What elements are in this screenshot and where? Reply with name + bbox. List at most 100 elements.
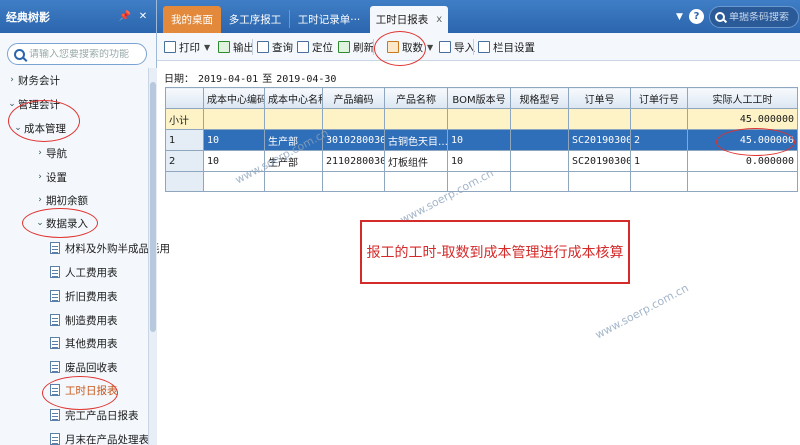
tree-item-wip[interactable]: 月末在产品处理表: [50, 429, 149, 445]
tree-item-label: 废品回收表: [65, 361, 118, 374]
tree-item-nav[interactable]: › 导航: [34, 143, 67, 163]
toolbar-divider: [252, 39, 253, 55]
export-button[interactable]: 输出: [218, 38, 254, 56]
tree-item-data-entry[interactable]: ⌄ 数据录入: [34, 213, 88, 233]
column-header[interactable]: 成本中心名称: [264, 87, 323, 109]
table-cell[interactable]: SC2019030085: [568, 150, 631, 172]
document-icon: [50, 337, 60, 349]
tree-item-manufacturing[interactable]: 制造费用表: [50, 310, 118, 330]
watermark: www.soerp.com.cn: [593, 281, 691, 342]
document-icon: [50, 409, 60, 421]
scrollbar-thumb[interactable]: [150, 82, 156, 332]
tree-item-management[interactable]: ⌄ 管理会计: [6, 94, 60, 114]
date-from: 2019-04-01: [198, 74, 259, 85]
table-cell[interactable]: 10: [447, 150, 511, 172]
column-header[interactable]: 成本中心编码: [203, 87, 265, 109]
annotation-text: 报工的工时-取数到成本管理进行成本核算: [366, 245, 624, 261]
date-label: 日期：: [164, 74, 194, 85]
table-cell[interactable]: 灯板组件: [384, 150, 448, 172]
barcode-search-input[interactable]: [729, 11, 797, 23]
table-cell[interactable]: 45.000000: [687, 129, 798, 151]
chevron-down-icon[interactable]: ▼: [427, 43, 433, 52]
help-button[interactable]: ?: [689, 9, 704, 24]
tree-item-labor[interactable]: 人工费用表: [50, 262, 118, 282]
table-cell[interactable]: 1: [630, 150, 688, 172]
columns-label: 栏目设置: [493, 41, 535, 54]
columns-button[interactable]: 栏目设置: [478, 38, 535, 56]
refresh-button[interactable]: 刷新: [338, 38, 374, 56]
tree-item-other[interactable]: 其他费用表: [50, 333, 118, 353]
table-cell[interactable]: 211028003005: [322, 150, 385, 172]
column-header[interactable]: 实际人工工时: [687, 87, 798, 109]
chevron-down-icon[interactable]: ▼: [204, 43, 210, 52]
tree-item-label: 人工费用表: [65, 266, 118, 279]
chevron-right-icon: ›: [38, 195, 42, 205]
tab-multi-process[interactable]: 多工序报工: [221, 6, 289, 33]
pin-icon[interactable]: 📌: [118, 11, 132, 22]
close-icon[interactable]: x: [436, 14, 442, 25]
import-icon: [439, 41, 451, 53]
tab-label: 工时日报表: [375, 14, 429, 26]
table-cell[interactable]: SC2019030085: [568, 129, 631, 151]
tree-item-finance[interactable]: › 财务会计: [6, 70, 60, 90]
annotation-callout: 报工的工时-取数到成本管理进行成本核算: [360, 220, 630, 284]
tab-hours-daily[interactable]: 工时日报表 x: [370, 6, 448, 33]
query-label: 查询: [272, 41, 293, 54]
fetch-icon: [387, 41, 399, 53]
tab-label: 多工序报工: [228, 14, 282, 26]
query-button[interactable]: 查询: [257, 38, 293, 56]
tree-item-cost[interactable]: ⌄ 成本管理: [12, 118, 66, 138]
table-cell[interactable]: 古铜色天目…: [384, 129, 448, 151]
row-number: 1: [165, 129, 204, 151]
column-header[interactable]: 产品名称: [384, 87, 448, 109]
tree-item-label: 设置: [46, 171, 67, 184]
table-cell[interactable]: [510, 129, 569, 151]
column-header[interactable]: BOM版本号: [447, 87, 511, 109]
tree-item-depreciation[interactable]: 折旧费用表: [50, 286, 118, 306]
tab-work-record[interactable]: 工时记录单···: [290, 6, 368, 33]
tree-item-finished-daily[interactable]: 完工产品日报表: [50, 405, 139, 425]
table-cell[interactable]: [510, 150, 569, 172]
locate-button[interactable]: 定位: [297, 38, 333, 56]
toolbar-divider: [473, 39, 474, 55]
tree-item-scrap[interactable]: 废品回收表: [50, 357, 118, 377]
tree-item-label: 期初余额: [46, 194, 88, 207]
column-header[interactable]: 产品编码: [322, 87, 385, 109]
tree-item-opening[interactable]: › 期初余额: [34, 190, 88, 210]
column-header[interactable]: 订单行号: [630, 87, 688, 109]
fetch-label: 取数: [402, 41, 423, 54]
table-cell[interactable]: 10: [447, 129, 511, 151]
tree-item-label: 月末在产品处理表: [65, 433, 149, 445]
sidebar-search-input[interactable]: [29, 48, 139, 60]
table-cell[interactable]: 2: [630, 129, 688, 151]
printer-icon: [164, 41, 176, 53]
tree-item-settings[interactable]: › 设置: [34, 167, 67, 187]
close-icon[interactable]: ✕: [136, 11, 150, 22]
column-header[interactable]: 规格型号: [510, 87, 569, 109]
import-button[interactable]: 导入: [439, 38, 475, 56]
print-button[interactable]: 打印 ▼: [164, 38, 210, 56]
table-cell[interactable]: 10: [203, 129, 265, 151]
sidebar-search[interactable]: [7, 43, 147, 65]
search-icon: [715, 12, 725, 22]
refresh-label: 刷新: [353, 41, 374, 54]
sidebar-scrollbar[interactable]: [148, 68, 157, 445]
chevron-right-icon: ›: [38, 172, 42, 182]
column-header[interactable]: 订单号: [568, 87, 631, 109]
document-icon: [50, 266, 60, 278]
tab-label: 工时记录单···: [297, 14, 361, 26]
chevron-down-icon: ⌄: [36, 218, 44, 228]
fetch-button[interactable]: 取数 ▼: [387, 38, 433, 56]
tree-item-hours-daily[interactable]: 工时日报表: [50, 380, 118, 400]
sidebar-title: 经典树影: [6, 10, 50, 24]
tab-desktop[interactable]: 我的桌面: [163, 6, 221, 33]
table-cell[interactable]: 0.000000: [687, 150, 798, 172]
subtotal-row: 小计 45.000000: [165, 108, 798, 130]
barcode-search[interactable]: [709, 6, 799, 28]
sidebar-header: 经典树影 📌 ✕: [0, 0, 156, 33]
chevron-down-icon[interactable]: ▼: [676, 12, 683, 22]
chevron-down-icon: ⌄: [14, 123, 22, 133]
table-row[interactable]: 1 10 生产部 301028003060 古铜色天目… 10 SC201903…: [165, 129, 798, 151]
table-cell[interactable]: 301028003060: [322, 129, 385, 151]
app-window: 经典树影 📌 ✕ › 财务会计 ⌄ 管理会计 ⌄ 成本管理 › 导航: [0, 0, 800, 445]
